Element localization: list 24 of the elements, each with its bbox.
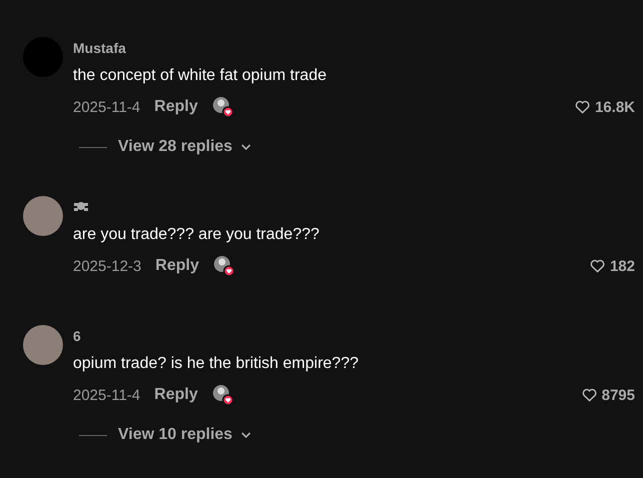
view-replies-button[interactable]: View 28 replies xyxy=(118,138,252,156)
username[interactable]: 6 xyxy=(73,328,81,344)
view-replies-button[interactable]: View 10 replies xyxy=(118,426,252,444)
comment-text: the concept of white fat opium trade xyxy=(73,66,326,86)
chevron-down-icon xyxy=(240,431,252,439)
heart-icon xyxy=(590,259,605,273)
comment-date: 2025-11-4 xyxy=(73,386,140,404)
reply-link[interactable]: Reply xyxy=(155,257,199,275)
heart-icon xyxy=(582,388,597,402)
comment-text: opium trade? is he the british empire??? xyxy=(73,354,358,374)
heart-icon xyxy=(574,100,590,114)
chevron-down-icon xyxy=(240,143,252,151)
avatar-photo-placeholder[interactable] xyxy=(23,325,63,365)
comment-date: 2025-11-4 xyxy=(73,98,140,116)
username[interactable]: Mustafa xyxy=(73,40,126,56)
like-button[interactable]: 8795 xyxy=(582,386,635,404)
reply-link[interactable]: Reply xyxy=(154,386,198,404)
like-button[interactable]: 182 xyxy=(590,258,635,274)
avatar-photo-placeholder[interactable] xyxy=(23,196,63,236)
like-button[interactable]: 16.8K xyxy=(574,98,635,116)
reply-link[interactable]: Reply xyxy=(154,98,198,116)
comment-date: 2025-12-3 xyxy=(73,258,142,274)
comment-text: are you trade??? are you trade??? xyxy=(73,225,320,245)
crossbones-icon xyxy=(73,201,89,213)
